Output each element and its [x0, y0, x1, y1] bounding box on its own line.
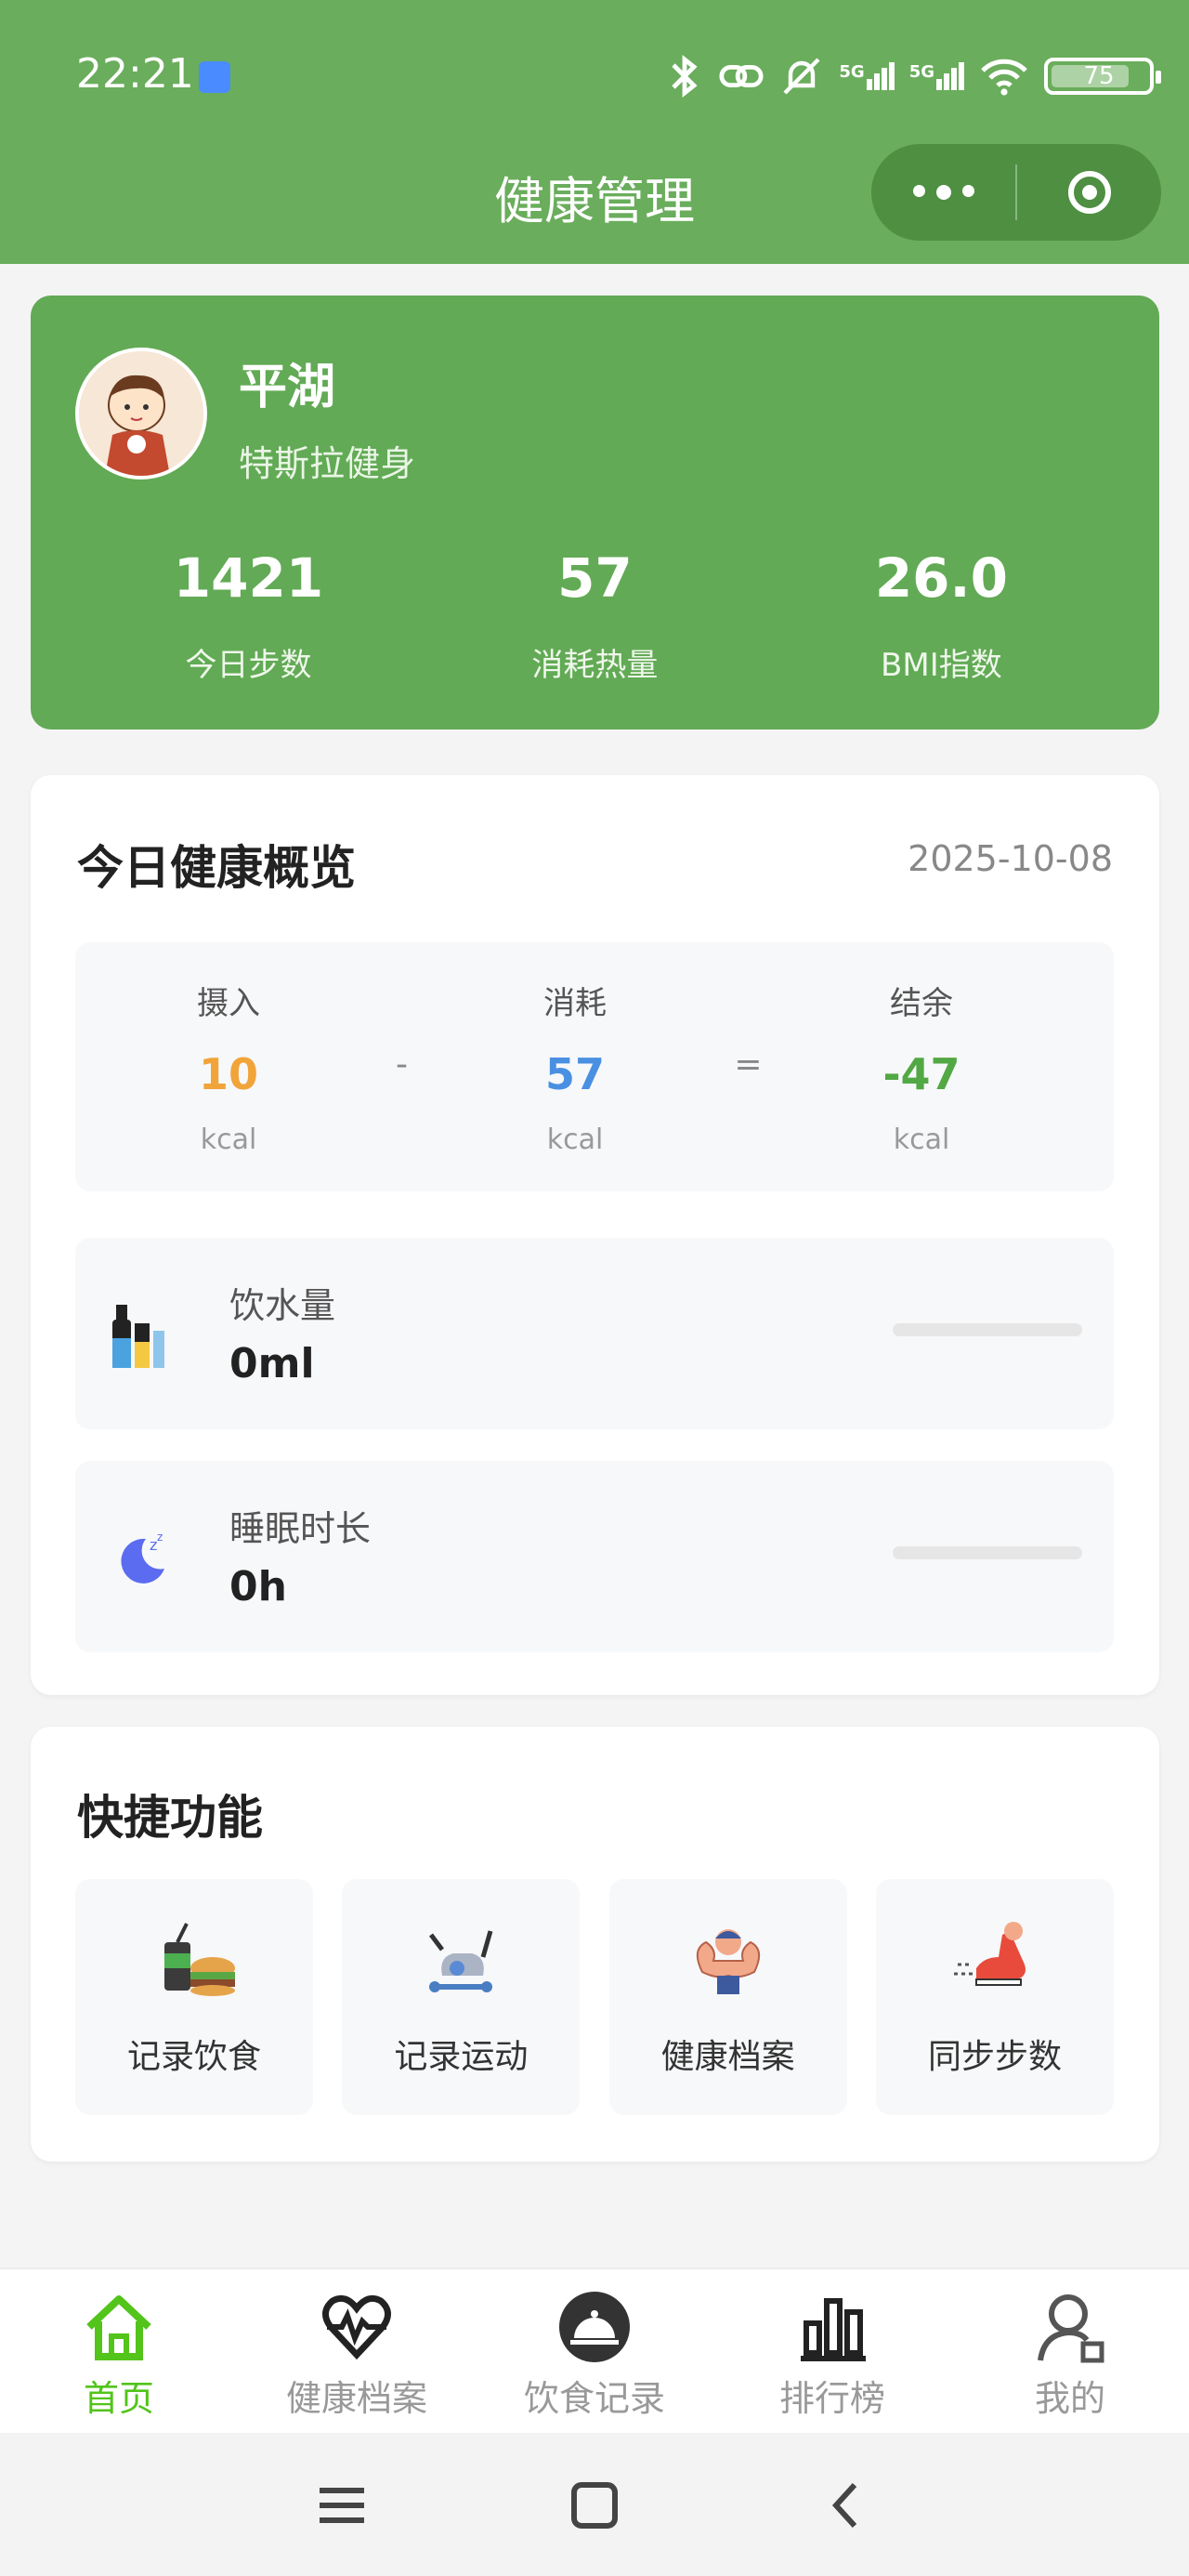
stat-label: 消耗热量: [531, 647, 659, 684]
stat-label: BMI指数: [881, 647, 1002, 684]
wifi-icon: [981, 59, 1027, 96]
stat-value: 1421: [173, 546, 324, 610]
burn-unit: kcal: [546, 1124, 604, 1156]
balance-value: -47: [882, 1049, 960, 1099]
running-shoe-icon: [953, 1922, 1026, 1986]
quick-label: 记录饮食: [126, 2038, 261, 2076]
battery-icon: 75: [1044, 58, 1161, 95]
intake-unit: kcal: [200, 1124, 257, 1156]
miniprogram-capsule: [871, 144, 1161, 241]
quick-label: 同步步数: [927, 2038, 1062, 2076]
quick-title: 快捷功能: [77, 1791, 263, 1845]
energy-burn: 消耗 57 kcal: [459, 978, 691, 1156]
water-value: 0ml: [229, 1340, 315, 1387]
sleep-label: 睡眠时长: [229, 1508, 372, 1549]
close-miniprogram-button[interactable]: [1017, 171, 1161, 214]
tab-label: 首页: [83, 2378, 154, 2419]
stat-calories: 57 消耗热量: [407, 546, 783, 685]
stat-value: 57: [557, 546, 633, 610]
water-intake-row[interactable]: 饮水量 0ml: [75, 1238, 1114, 1429]
mute-bell-icon: [783, 58, 820, 95]
tab-home[interactable]: 首页: [0, 2269, 238, 2435]
tab-health-profile[interactable]: 健康档案: [238, 2269, 476, 2435]
top-bar: 22:21 5G 5G 75 健康管理: [0, 0, 1189, 264]
app-notification-icon: [199, 61, 230, 93]
back-icon[interactable]: [819, 2477, 875, 2533]
avatar[interactable]: [75, 348, 207, 480]
muscle-icon: [696, 1929, 760, 1994]
home-icon: [86, 2295, 151, 2360]
sleep-progress-bar: [893, 1546, 1082, 1559]
tab-label: 饮食记录: [523, 2378, 665, 2419]
water-label: 饮水量: [229, 1285, 336, 1326]
link-icon: [719, 64, 764, 88]
status-time: 22:21: [76, 50, 194, 98]
profile-stats: 1421 今日步数 57 消耗热量 26.0 BMI指数: [31, 546, 1159, 685]
bar-chart-icon: [801, 2298, 866, 2361]
energy-balance-result: 结余 -47 kcal: [805, 978, 1038, 1156]
equals-operator: =: [734, 1045, 763, 1084]
menu-icon[interactable]: [314, 2477, 370, 2533]
status-icons: 5G 5G 75: [666, 50, 1161, 102]
intake-label: 摄入: [197, 985, 260, 1022]
quick-grid: 记录饮食 记录运动 健康档案 同步步数: [75, 1879, 1114, 2115]
balance-unit: kcal: [893, 1124, 950, 1156]
sleep-duration-row[interactable]: z z 睡眠时长 0h: [75, 1461, 1114, 1652]
burn-value: 57: [544, 1049, 605, 1099]
home-square-icon[interactable]: [567, 2477, 622, 2533]
intake-value: 10: [198, 1049, 258, 1099]
water-progress-bar: [893, 1323, 1082, 1336]
tab-food-record[interactable]: 饮食记录: [476, 2269, 713, 2435]
food-icon: [164, 1923, 235, 1996]
tab-mine[interactable]: 我的: [951, 2269, 1189, 2435]
bluetooth-icon: [672, 55, 698, 98]
burn-label: 消耗: [543, 985, 607, 1022]
food-cloche-icon: [559, 2292, 630, 2362]
stat-bmi: 26.0 BMI指数: [753, 546, 1130, 685]
signal-icon-1: 5G: [839, 62, 895, 90]
water-bottle-icon: [112, 1305, 164, 1368]
user-name: 平湖: [239, 360, 336, 415]
overview-title: 今日健康概览: [77, 841, 356, 895]
more-menu-button[interactable]: [871, 185, 1015, 200]
quick-functions-card: 快捷功能 记录饮食 记录运动 健康档案 同步步数: [31, 1727, 1159, 2162]
bottom-tab-bar: 首页 健康档案 饮食记录 排行榜 我的: [0, 2267, 1189, 2435]
tab-label: 健康档案: [285, 2378, 427, 2419]
quick-record-exercise[interactable]: 记录运动: [342, 1879, 581, 2115]
avatar-illustration: [79, 351, 203, 476]
health-overview-card: 今日健康概览 2025-10-08 摄入 10 kcal - 消耗 57 kca…: [31, 775, 1159, 1695]
quick-label: 记录运动: [394, 2038, 529, 2076]
user-group: 特斯拉健身: [239, 443, 416, 484]
user-icon: [1038, 2294, 1104, 2363]
profile-card[interactable]: 平湖 特斯拉健身 1421 今日步数 57 消耗热量 26.0 BMI指数: [31, 296, 1159, 729]
system-navigation-bar: [0, 2433, 1189, 2576]
stat-value: 26.0: [874, 546, 1008, 610]
energy-intake: 摄入 10 kcal: [112, 978, 345, 1156]
stat-label: 今日步数: [185, 647, 312, 684]
minus-operator: -: [396, 1045, 408, 1084]
balance-label: 结余: [890, 985, 953, 1022]
svg-text:z: z: [157, 1531, 163, 1544]
stat-steps: 1421 今日步数: [60, 546, 437, 685]
tab-leaderboard[interactable]: 排行榜: [713, 2269, 951, 2435]
tab-label: 我的: [1034, 2378, 1105, 2419]
tab-label: 排行榜: [778, 2378, 885, 2419]
quick-record-food[interactable]: 记录饮食: [75, 1879, 313, 2115]
overview-date: 2025-10-08: [908, 838, 1113, 879]
sleep-value: 0h: [229, 1563, 287, 1610]
exercise-bike-icon: [429, 1930, 493, 1992]
quick-label: 健康档案: [660, 2038, 795, 2076]
quick-sync-steps[interactable]: 同步步数: [875, 1879, 1114, 2115]
quick-health-profile[interactable]: 健康档案: [608, 1879, 847, 2115]
energy-balance: 摄入 10 kcal - 消耗 57 kcal = 结余 -47 kcal: [75, 942, 1114, 1191]
moon-sleep-icon: z z: [121, 1531, 164, 1584]
heart-pulse-icon: [322, 2294, 391, 2360]
signal-icon-2: 5G: [909, 62, 964, 90]
